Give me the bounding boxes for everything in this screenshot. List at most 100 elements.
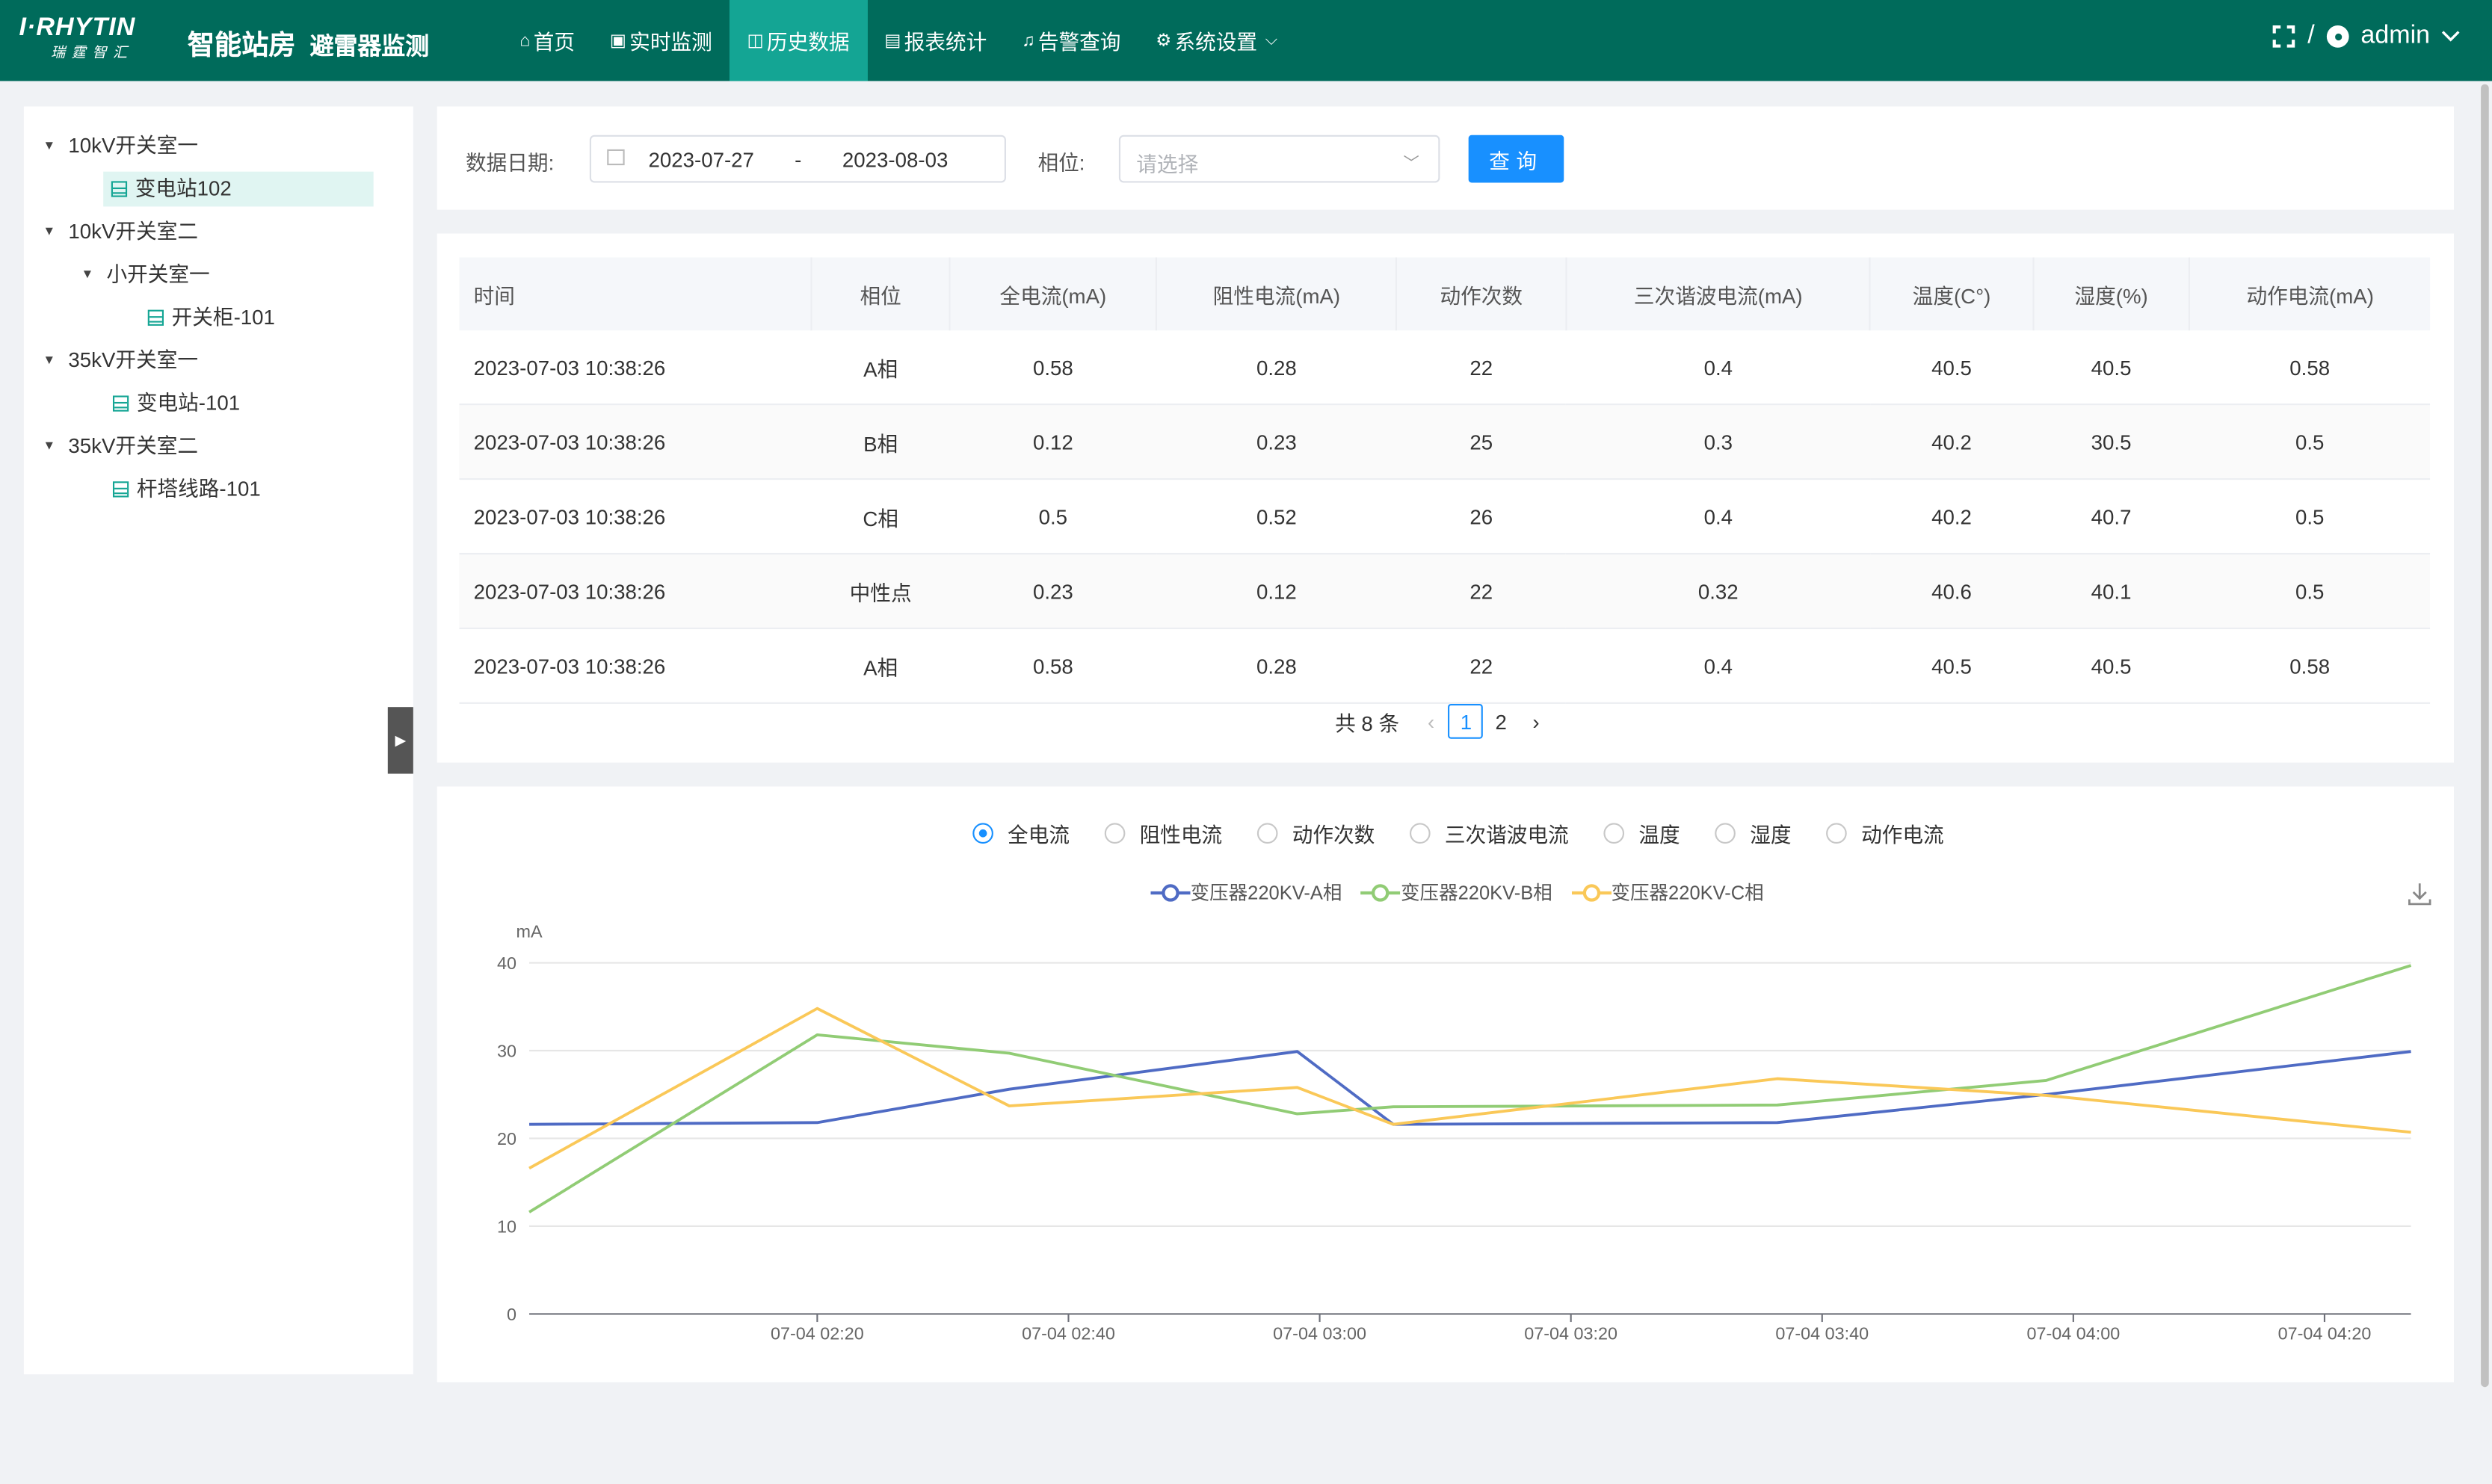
- nav-item-label: 报表统计: [904, 30, 987, 55]
- tree-node-5[interactable]: ▼ 35kV开关室一: [43, 343, 198, 378]
- table-cell: 0.5: [949, 479, 1157, 555]
- nav-item-0[interactable]: ⌂ 首页: [502, 0, 593, 81]
- radio-label: 湿度: [1750, 823, 1792, 847]
- nav-item-2[interactable]: ◫ 历史数据: [730, 0, 867, 81]
- legend-item-2[interactable]: 变压器220KV-C相: [1571, 879, 1764, 906]
- chevron-down-icon[interactable]: [2441, 30, 2461, 43]
- radio-circle-icon: [1603, 823, 1625, 844]
- metric-radio-5[interactable]: 湿度: [1715, 818, 1792, 848]
- user-icon: ●: [2327, 25, 2350, 48]
- tree-node-8[interactable]: 杆塔线路-101: [112, 472, 261, 507]
- x-tick-label: 07-04 03:40: [1775, 1323, 1869, 1343]
- tree-node-0[interactable]: ▼ 10kV开关室一: [43, 129, 198, 164]
- tree-node-3[interactable]: ▼ 小开关室一: [81, 257, 209, 292]
- app-root: I·RHYTIN 瑞霆智汇 智能站房 避雷器监测 ⌂ 首页 ▣ 实时监测 ◫ 历史数据 ▤ 报表…: [0, 0, 2492, 1484]
- download-icon[interactable]: [2408, 882, 2431, 906]
- chevron-down-icon: ⌵: [1265, 31, 1277, 49]
- table-cell: 0.52: [1156, 479, 1397, 555]
- caret-down-icon[interactable]: ▼: [43, 429, 58, 464]
- radio-circle-icon: [1104, 823, 1126, 844]
- tree-node-6[interactable]: 变电站-101: [112, 386, 241, 421]
- table-cell: 0.5: [2189, 554, 2431, 630]
- nav-item-3[interactable]: ▤ 报表统计: [867, 0, 1005, 81]
- date-start[interactable]: 2023-07-27: [649, 148, 754, 172]
- username[interactable]: admin: [2360, 22, 2430, 51]
- query-button[interactable]: 查询: [1468, 135, 1564, 183]
- nav-item-label: 历史数据: [766, 30, 850, 55]
- page-button[interactable]: 1: [1449, 703, 1484, 739]
- prev-page-icon[interactable]: ‹: [1413, 709, 1449, 733]
- caret-down-icon[interactable]: ▼: [81, 257, 96, 292]
- device-icon: [111, 181, 128, 197]
- table-row: 2023-07-03 10:38:26 中性点 0.23 0.12 22 0.32 40.6…: [459, 554, 2431, 630]
- y-tick-label: 0: [507, 1305, 516, 1324]
- pagination-total: 共 8 条: [1335, 711, 1400, 735]
- tree-node-label: 小开关室一: [106, 262, 210, 286]
- radio-label: 温度: [1638, 823, 1680, 847]
- series-line-0[interactable]: [529, 1050, 2411, 1126]
- tree-node-label: 10kV开关室二: [68, 219, 199, 244]
- column-header: 全电流(mA): [949, 257, 1158, 331]
- tree-node-1[interactable]: 变电站102: [103, 171, 374, 207]
- metric-radio-4[interactable]: 温度: [1603, 818, 1680, 848]
- table-cell: 2023-07-03 10:38:26: [459, 330, 812, 406]
- metric-radio-3[interactable]: 三次谐波电流: [1410, 818, 1569, 848]
- table-cell: 0.4: [1566, 330, 1871, 406]
- legend-item-0[interactable]: 变压器220KV-A相: [1150, 879, 1342, 906]
- table-header-row: 时间 相位 全电流(mA) 阻性电流(mA) 动作次数 三次谐波电流(mA) 温度(C°) 湿…: [459, 257, 2431, 331]
- metric-radio-2[interactable]: 动作次数: [1256, 818, 1375, 848]
- metric-radio-1[interactable]: 阻性电流: [1104, 818, 1222, 848]
- page-button[interactable]: 2: [1484, 704, 1519, 739]
- nav-item-4[interactable]: ♫ 告警查询: [1005, 0, 1138, 81]
- date-range-picker[interactable]: 2023-07-27 - 2023-08-03: [589, 135, 1006, 183]
- table-cell: A相: [812, 628, 950, 704]
- chart-card: mA 0 10 20 30 40 07-04 02:20 07-04 02:40 07-04 0…: [437, 786, 2454, 1382]
- tree-node-4[interactable]: 开关柜-101: [147, 300, 275, 336]
- next-page-icon[interactable]: ›: [1519, 709, 1554, 733]
- tree-node-label: 35kV开关室二: [68, 433, 199, 458]
- tree-node-2[interactable]: ▼ 10kV开关室二: [43, 214, 198, 250]
- caret-down-icon[interactable]: ▼: [43, 214, 58, 250]
- system-title: 智能站房 避雷器监测: [188, 22, 429, 62]
- nav-item-5[interactable]: ⚙ 系统设置 ⌵: [1138, 0, 1295, 81]
- tree-node-7[interactable]: ▼ 35kV开关室二: [43, 429, 198, 464]
- table-cell: 0.4: [1566, 479, 1871, 555]
- main-nav: ⌂ 首页 ▣ 实时监测 ◫ 历史数据 ▤ 报表统计 ♫ 告警查询 ⚙ 系统设置 ⌵: [502, 0, 1295, 81]
- table-cell: 0.3: [1566, 404, 1871, 480]
- caret-down-icon[interactable]: ▼: [43, 129, 58, 164]
- nav-item-1[interactable]: ▣ 实时监测: [592, 0, 730, 81]
- table-cell: 40.1: [2032, 554, 2190, 630]
- table-cell: 0.23: [949, 554, 1157, 630]
- series-line-1[interactable]: [528, 964, 2412, 1214]
- nav-item-label: 实时监测: [629, 30, 712, 55]
- tree-node-label: 变电站-101: [136, 391, 241, 415]
- header-separator: /: [2307, 22, 2315, 49]
- filter-bar: 数据日期: 2023-07-27 - 2023-08-03 相位: 请选择 ﹀ …: [437, 106, 2454, 210]
- radio-circle-icon: [1256, 823, 1278, 844]
- table-cell: 0.12: [1156, 554, 1397, 630]
- legend-label: 变压器220KV-C相: [1611, 882, 1764, 904]
- metric-radio-0[interactable]: 全电流: [972, 818, 1070, 848]
- y-tick-label: 40: [497, 953, 516, 973]
- caret-down-icon[interactable]: ▼: [43, 343, 58, 378]
- collapse-sidebar-button[interactable]: ▶: [387, 707, 413, 774]
- table-cell: 0.58: [949, 330, 1157, 406]
- monitor-icon: ▣: [609, 31, 626, 52]
- phase-select[interactable]: 请选择 ﹀: [1118, 135, 1440, 183]
- page-scrollbar[interactable]: [2481, 84, 2489, 1388]
- date-end[interactable]: 2023-08-03: [842, 148, 948, 172]
- history-icon: ◫: [747, 31, 764, 52]
- tree-node-label: 变电站102: [135, 176, 232, 200]
- y-axis-label: mA: [516, 922, 543, 942]
- radio-label: 动作次数: [1292, 823, 1375, 847]
- legend-label: 变压器220KV-A相: [1190, 882, 1342, 904]
- series-line-2[interactable]: [528, 1007, 2411, 1170]
- device-icon: [112, 481, 129, 498]
- column-header: 相位: [812, 257, 951, 331]
- chart-legend: 变压器220KV-A相 变压器220KV-B相 变压器220KV-C相: [1150, 879, 1783, 906]
- legend-item-1[interactable]: 变压器220KV-B相: [1360, 879, 1552, 906]
- metric-radio-6[interactable]: 动作电流: [1826, 818, 1944, 848]
- nav-item-label: 告警查询: [1037, 30, 1121, 55]
- fullscreen-icon[interactable]: [2272, 25, 2295, 48]
- column-header: 动作次数: [1396, 257, 1567, 331]
